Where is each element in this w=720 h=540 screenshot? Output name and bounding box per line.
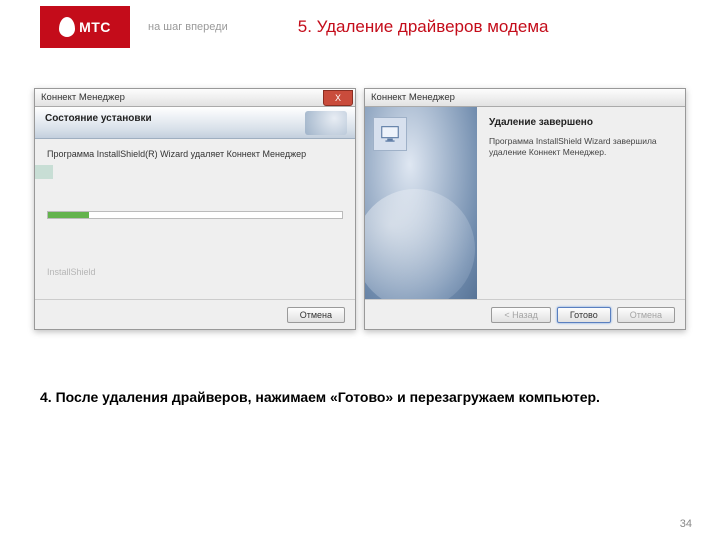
status-message: Программа InstallShield(R) Wizard удаляе… [47, 149, 343, 159]
uninstall-progress-dialog: Коннект Менеджер X Состояние установки П… [34, 88, 356, 330]
finish-button[interactable]: Готово [557, 307, 611, 323]
cancel-button[interactable]: Отмена [287, 307, 345, 323]
step-caption: 4. После удаления драйверов, нажимаем «Г… [0, 330, 720, 407]
window-title: Коннект Менеджер [371, 92, 455, 103]
cancel-button[interactable]: Отмена [617, 307, 675, 323]
logo-egg-icon [59, 17, 75, 37]
wizard-side-art [365, 107, 477, 299]
tagline: на шаг впереди [148, 21, 228, 33]
uninstall-complete-dialog: Коннект Менеджер Удаление завершено Прог… [364, 88, 686, 330]
mts-logo: МТС [40, 6, 130, 48]
screenshots-row: Коннект Менеджер X Состояние установки П… [0, 48, 720, 330]
dialog-heading: Состояние установки [35, 107, 355, 139]
dialog-footer: < Назад Готово Отмена [365, 299, 685, 329]
page-title: 5. Удаление драйверов модема [298, 17, 549, 37]
titlebar: Коннект Менеджер [365, 89, 685, 107]
close-button[interactable]: X [323, 90, 353, 106]
slide-header: МТС на шаг впереди 5. Удаление драйверов… [0, 0, 720, 48]
dialog-body: Удаление завершено Программа InstallShie… [365, 107, 685, 299]
progress-fill [48, 212, 89, 218]
monitor-icon [373, 117, 407, 151]
complete-message: Программа InstallShield Wizard завершила… [489, 136, 673, 158]
dialog-content: Удаление завершено Программа InstallShie… [477, 107, 685, 299]
window-title: Коннект Менеджер [41, 92, 125, 103]
page-number: 34 [680, 518, 692, 530]
complete-heading: Удаление завершено [489, 117, 673, 128]
back-button[interactable]: < Назад [491, 307, 551, 323]
heading-text: Состояние установки [45, 113, 152, 124]
logo-text: МТС [79, 19, 111, 35]
close-icon: X [335, 93, 341, 103]
installshield-brand: InstallShield [47, 267, 343, 277]
titlebar: Коннект Менеджер X [35, 89, 355, 107]
dialog-footer: Отмена [35, 299, 355, 329]
progress-bar [47, 211, 343, 219]
dialog-body: Программа InstallShield(R) Wizard удаляе… [35, 139, 355, 299]
